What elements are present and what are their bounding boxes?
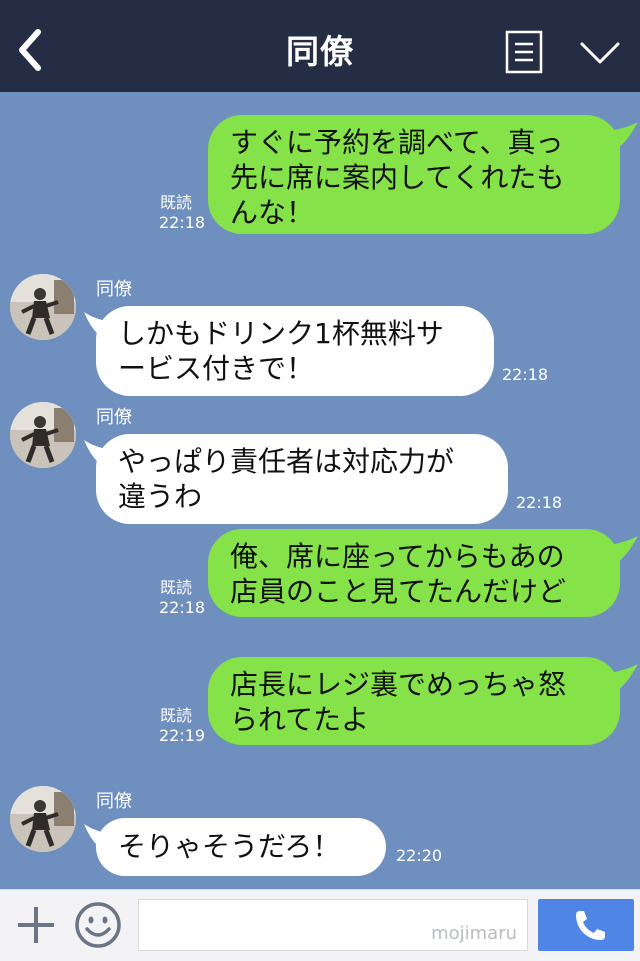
chat-title: 同僚 — [286, 32, 354, 71]
avatar-photo — [10, 786, 76, 852]
sender-name: 同僚 — [96, 407, 132, 428]
message-line: そりゃそうだろ！ — [118, 830, 341, 863]
message-line: られてたよ — [230, 703, 370, 736]
chat-header: 同僚 — [0, 0, 640, 92]
message-line: んな！ — [230, 196, 315, 229]
message-time: 22:18 — [159, 213, 206, 232]
call-button[interactable] — [538, 899, 634, 951]
message-time: 22:20 — [396, 846, 443, 865]
phone-icon — [576, 911, 605, 940]
message-line: やっぱり責任者は対応力が — [118, 445, 455, 478]
message-bubble[interactable]: 店長にレジ裏でめっちゃ怒 られてたよ — [208, 657, 620, 745]
emoji-button[interactable] — [74, 901, 122, 949]
avatar[interactable] — [10, 786, 76, 852]
message-bubble[interactable]: そりゃそうだろ！ — [96, 818, 386, 876]
read-status: 既読 — [160, 193, 193, 212]
message-line: 違うわ — [118, 480, 203, 513]
message-bubble[interactable]: すぐに予約を調べて、真っ 先に席に案内してくれたも んな！ — [208, 115, 620, 234]
avatar-photo — [10, 274, 76, 340]
message-line: 店長にレジ裏でめっちゃ怒 — [230, 668, 567, 701]
message-time: 22:18 — [502, 365, 549, 384]
avatar-photo — [10, 402, 76, 468]
message-time: 22:18 — [516, 493, 563, 512]
message-line: 俺、席に座ってからもあの — [230, 540, 565, 573]
message-bubble[interactable]: しかもドリンク1杯無料サ ービス付きで！ — [96, 306, 494, 396]
message-input[interactable]: mojimaru — [138, 899, 528, 951]
avatar[interactable] — [10, 402, 76, 468]
sender-name: 同僚 — [96, 791, 132, 812]
menu-icon — [505, 30, 543, 74]
read-status: 既読 — [160, 578, 193, 597]
chat-area[interactable]: 既読 22:18 すぐに予約を調べて、真っ 先に席に案内してくれたも んな！ 同… — [0, 92, 640, 889]
menu-button[interactable] — [504, 30, 544, 74]
sender-name: 同僚 — [96, 279, 132, 300]
message-line: しかもドリンク1杯無料サ — [118, 317, 444, 350]
message-bubble[interactable]: やっぱり責任者は対応力が 違うわ — [96, 434, 508, 524]
input-bar: mojimaru — [0, 889, 640, 961]
message-bubble[interactable]: 俺、席に座ってからもあの 店員のこと見てたんだけど — [208, 529, 620, 617]
chevron-down-icon — [580, 42, 620, 64]
collapse-button[interactable] — [576, 34, 624, 74]
read-status: 既読 — [160, 706, 193, 725]
avatar[interactable] — [10, 274, 76, 340]
plus-icon — [18, 907, 54, 943]
add-button[interactable] — [14, 903, 58, 947]
smiley-icon — [75, 902, 121, 948]
message-time: 22:18 — [159, 598, 206, 617]
message-line: 店員のこと見てたんだけど — [230, 575, 567, 608]
message-line: ービス付きで！ — [118, 352, 315, 385]
message-time: 22:19 — [159, 726, 206, 745]
message-line: すぐに予約を調べて、真っ — [230, 126, 564, 159]
message-line: 先に席に案内してくれたも — [230, 161, 565, 194]
watermark: mojimaru — [431, 923, 517, 944]
